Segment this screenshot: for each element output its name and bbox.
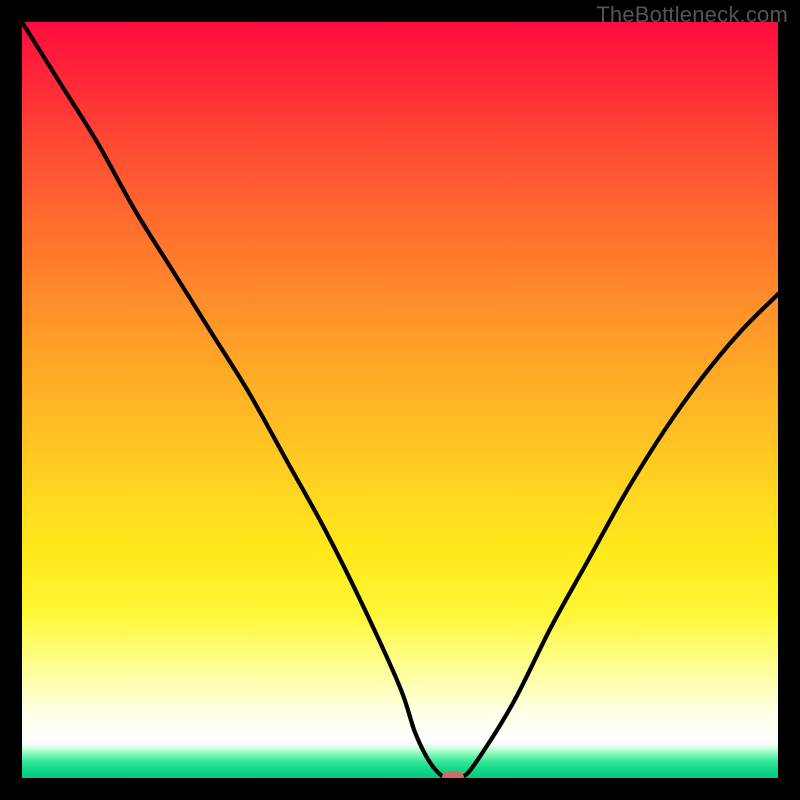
watermark-text: TheBottleneck.com <box>596 2 788 28</box>
minimum-marker <box>442 771 464 778</box>
plot-area <box>22 22 778 778</box>
chart-frame: TheBottleneck.com <box>0 0 800 800</box>
bottleneck-curve <box>22 22 778 778</box>
